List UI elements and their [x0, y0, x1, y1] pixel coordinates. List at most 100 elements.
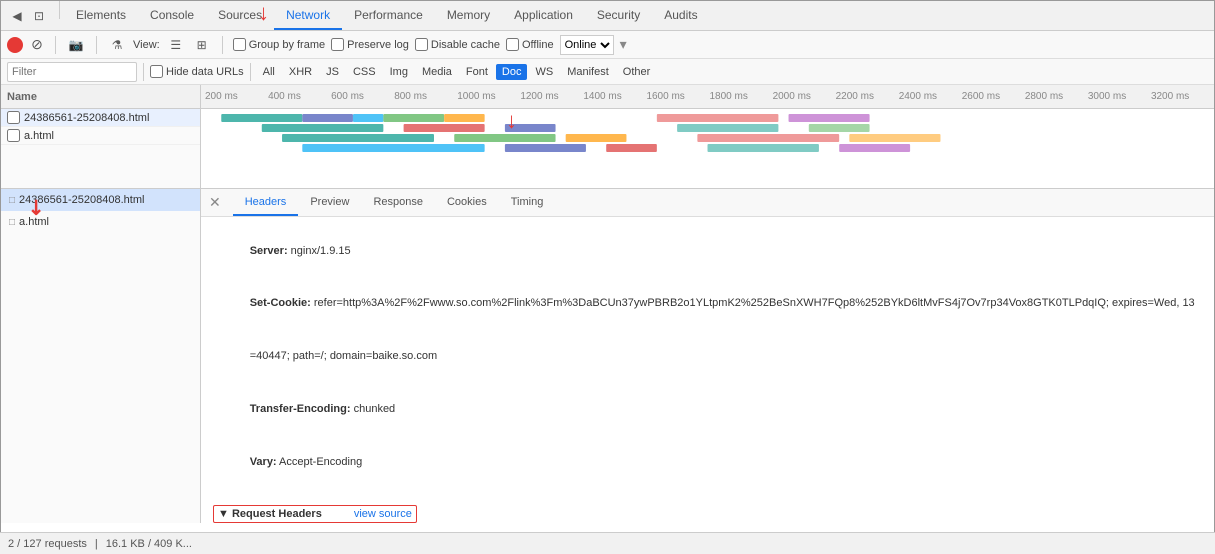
chart-name-column: 24386561-25208408.html a.html: [1, 109, 201, 188]
tick-600: 600 ms: [331, 91, 394, 102]
headers-content: Server: nginx/1.9.15 Set-Cookie: refer=h…: [201, 217, 1214, 523]
hide-data-urls-checkbox[interactable]: [150, 65, 163, 78]
timeline-header: Name 200 ms 400 ms 600 ms 800 ms 1000 ms…: [1, 85, 1214, 109]
tick-1000: 1000 ms: [457, 91, 520, 102]
online-select[interactable]: Online: [560, 35, 614, 55]
group-by-frame-checkbox[interactable]: [233, 38, 246, 51]
detail-tabs: ✕ Headers Preview Response Cookies Timin…: [201, 189, 1214, 217]
file-icon-1: □: [9, 217, 15, 228]
request-headers-title: ▼ Request Headers view source: [213, 505, 417, 523]
tab-security[interactable]: Security: [585, 1, 652, 30]
tick-3200: 3200 ms: [1151, 91, 1214, 102]
waterfall-area: [201, 109, 1214, 188]
close-detail-button[interactable]: ✕: [201, 189, 229, 216]
tab-application[interactable]: Application: [502, 1, 585, 30]
tab-memory[interactable]: Memory: [435, 1, 502, 30]
main-area: □ 24386561-25208408.html □ a.html ✕ Head…: [1, 189, 1214, 523]
filter-ws[interactable]: WS: [529, 64, 559, 80]
tick-1600: 1600 ms: [646, 91, 709, 102]
view-list-icon[interactable]: ☰: [166, 35, 186, 55]
tick-200: 200 ms: [205, 91, 268, 102]
tick-3000: 3000 ms: [1088, 91, 1151, 102]
back-icon[interactable]: ◀: [7, 6, 27, 26]
separator-2: [55, 36, 56, 54]
file-checkbox-1[interactable]: [7, 129, 20, 142]
file-name-0: 24386561-25208408.html: [24, 112, 149, 124]
transfer-size: 16.1 KB / 409 K...: [106, 538, 192, 550]
file-list-item-0[interactable]: □ 24386561-25208408.html: [1, 189, 200, 211]
network-toolbar: ⊘ 📷 ⚗ View: ☰ ⊞ Group by frame Preserve …: [1, 31, 1214, 59]
file-name-1: a.html: [24, 130, 54, 142]
tab-audits[interactable]: Audits: [652, 1, 709, 30]
tick-1800: 1800 ms: [710, 91, 773, 102]
detail-tab-headers[interactable]: Headers: [233, 189, 299, 216]
filter-js[interactable]: JS: [320, 64, 345, 80]
tick-2400: 2400 ms: [899, 91, 962, 102]
detail-tab-cookies[interactable]: Cookies: [435, 189, 499, 216]
tick-2000: 2000 ms: [773, 91, 836, 102]
filter-css[interactable]: CSS: [347, 64, 382, 80]
dropdown-icon[interactable]: ▾: [620, 36, 627, 53]
file-list-name-0: 24386561-25208408.html: [19, 194, 144, 206]
camera-icon[interactable]: 📷: [66, 35, 86, 55]
group-by-frame-label[interactable]: Group by frame: [233, 38, 325, 51]
tick-1200: 1200 ms: [520, 91, 583, 102]
tab-performance[interactable]: Performance: [342, 1, 435, 30]
preserve-log-label[interactable]: Preserve log: [331, 38, 409, 51]
filter-img[interactable]: Img: [384, 64, 414, 80]
filter-media[interactable]: Media: [416, 64, 458, 80]
view-label: View:: [133, 39, 160, 51]
file-item-0[interactable]: 24386561-25208408.html: [1, 109, 200, 127]
hide-data-urls-label[interactable]: Hide data URLs: [150, 65, 244, 78]
clear-button[interactable]: ⊘: [29, 37, 45, 53]
main-tabs: ◀ ⊡ Elements Console Sources Network Per…: [1, 1, 1214, 31]
response-headers-section: Server: nginx/1.9.15 Set-Cookie: refer=h…: [213, 225, 1202, 489]
inspect-icon[interactable]: ⊡: [29, 6, 49, 26]
view-grid-icon[interactable]: ⊞: [192, 35, 212, 55]
header-set-cookie: Set-Cookie: refer=http%3A%2F%2Fwww.so.co…: [213, 278, 1202, 331]
status-bar: 2 / 127 requests | 16.1 KB / 409 K...: [0, 532, 1215, 554]
detail-tab-timing[interactable]: Timing: [499, 189, 556, 216]
tab-network[interactable]: Network: [274, 1, 342, 30]
requests-count: 2 / 127 requests: [8, 538, 87, 550]
tick-800: 800 ms: [394, 91, 457, 102]
filter-xhr[interactable]: XHR: [283, 64, 318, 80]
tick-2600: 2600 ms: [962, 91, 1025, 102]
offline-label[interactable]: Offline: [506, 38, 554, 51]
disable-cache-checkbox[interactable]: [415, 38, 428, 51]
detail-tab-preview[interactable]: Preview: [298, 189, 361, 216]
filter-all[interactable]: All: [257, 64, 281, 80]
tick-2200: 2200 ms: [836, 91, 899, 102]
filter-font[interactable]: Font: [460, 64, 494, 80]
tick-400: 400 ms: [268, 91, 331, 102]
timeline-ticks: 200 ms 400 ms 600 ms 800 ms 1000 ms 1200…: [201, 91, 1214, 102]
preserve-log-checkbox[interactable]: [331, 38, 344, 51]
filter-icon[interactable]: ⚗: [107, 35, 127, 55]
header-set-cookie-cont: =40447; path=/; domain=baike.so.com: [213, 331, 1202, 384]
file-list-name-1: a.html: [19, 216, 49, 228]
filter-doc[interactable]: Doc: [496, 64, 528, 80]
filter-other[interactable]: Other: [617, 64, 657, 80]
tab-sources[interactable]: Sources: [206, 1, 274, 30]
filter-bar: Hide data URLs All XHR JS CSS Img Media …: [1, 59, 1214, 85]
file-checkbox-0[interactable]: [7, 111, 20, 124]
separator-6: [250, 63, 251, 81]
detail-tab-response[interactable]: Response: [361, 189, 435, 216]
request-headers-label: ▼ Request Headers: [218, 508, 322, 520]
tick-1400: 1400 ms: [583, 91, 646, 102]
filter-input[interactable]: [7, 62, 137, 82]
offline-checkbox[interactable]: [506, 38, 519, 51]
view-source-link[interactable]: view source: [354, 508, 412, 520]
tab-console[interactable]: Console: [138, 1, 206, 30]
timeline-chart: 24386561-25208408.html a.html: [1, 109, 1214, 189]
record-button[interactable]: [7, 37, 23, 53]
waterfall-svg: [201, 109, 1214, 188]
file-list-item-1[interactable]: □ a.html: [1, 211, 200, 233]
filter-manifest[interactable]: Manifest: [561, 64, 615, 80]
disable-cache-label[interactable]: Disable cache: [415, 38, 500, 51]
tab-elements[interactable]: Elements: [64, 1, 138, 30]
separator-5: [143, 63, 144, 81]
file-item-1[interactable]: a.html: [1, 127, 200, 145]
file-icon-0: □: [9, 195, 15, 206]
detail-panel: ✕ Headers Preview Response Cookies Timin…: [201, 189, 1214, 523]
